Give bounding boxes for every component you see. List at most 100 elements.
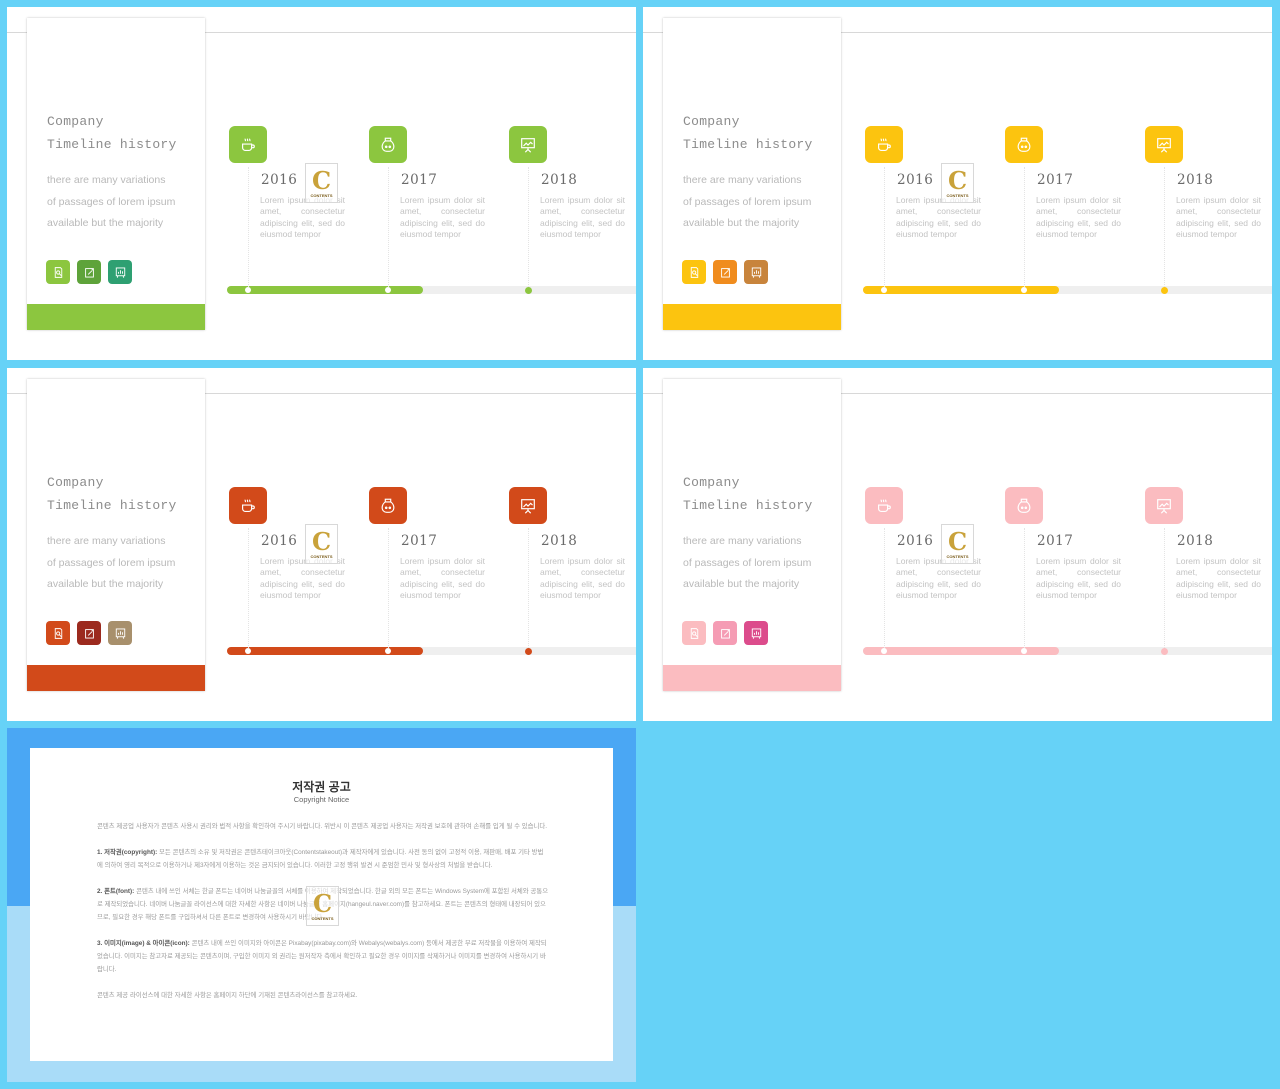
milestone-year: 2017	[401, 172, 438, 188]
search-document-icon	[52, 266, 65, 279]
note-edit-icon	[83, 627, 96, 640]
search-document-button[interactable]	[46, 621, 70, 645]
milestone-icon-box[interactable]	[865, 126, 903, 163]
chart-board-button[interactable]	[744, 260, 768, 284]
search-document-icon	[52, 627, 65, 640]
description-line: of passages of lorem ipsum	[683, 195, 812, 208]
milestone-icon-box[interactable]	[1005, 126, 1043, 163]
milestone-year: 2018	[541, 172, 578, 188]
milestone-icon-box[interactable]	[865, 487, 903, 524]
timeline-progress-fill	[227, 647, 423, 655]
search-document-button[interactable]	[682, 260, 706, 284]
section-label: 1. 저작권(copyright):	[97, 849, 158, 856]
milestone-icon-box[interactable]	[369, 487, 407, 524]
milestone-connector	[1024, 528, 1025, 648]
milestone-icon-box[interactable]	[1145, 487, 1183, 524]
milestone-marker	[245, 648, 251, 654]
section-text: 모든 콘텐츠의 소유 및 저작권은 콘텐츠테이크아웃(Contentstakeo…	[97, 849, 544, 869]
watermark-letter: C	[947, 165, 968, 195]
copyright-slide: 저작권 공고 Copyright Notice 콘텐츠 제공업 사용자가 콘텐츠…	[7, 728, 636, 1082]
card-description: there are many variations of passages of …	[47, 170, 207, 235]
description-line: of passages of lorem ipsum	[47, 195, 176, 208]
presentation-board-icon	[1155, 497, 1173, 515]
milestone-year: 2017	[401, 533, 438, 549]
coffee-cup-icon	[239, 136, 257, 154]
note-edit-icon	[719, 627, 732, 640]
milestone-icon-box[interactable]	[229, 126, 267, 163]
milestone-icon-box[interactable]	[1005, 487, 1043, 524]
copyright-section-copyright: 1. 저작권(copyright): 모든 콘텐츠의 소유 및 저작권은 콘텐츠…	[97, 846, 549, 872]
title-card: Company Timeline history there are many va…	[27, 18, 205, 330]
watermark-text: CONTENTS	[310, 553, 333, 559]
milestone-icon-box[interactable]	[509, 126, 547, 163]
note-edit-button[interactable]	[77, 260, 101, 284]
note-edit-button[interactable]	[77, 621, 101, 645]
note-edit-icon	[83, 266, 96, 279]
title-card: Company Timeline history there are many va…	[27, 379, 205, 691]
milestone-icon-box[interactable]	[1145, 126, 1183, 163]
note-edit-button[interactable]	[713, 621, 737, 645]
search-document-button[interactable]	[682, 621, 706, 645]
chart-board-icon	[114, 627, 127, 640]
search-document-icon	[688, 627, 701, 640]
milestone-year: 2017	[1037, 533, 1074, 549]
watermark-logo: C CONTENTS	[305, 524, 338, 564]
card-title-line1: Company	[47, 114, 104, 129]
milestone-connector	[1164, 528, 1165, 648]
chart-board-button[interactable]	[108, 260, 132, 284]
milestone-marker	[245, 287, 251, 293]
note-edit-button[interactable]	[713, 260, 737, 284]
milestone-year: 2018	[541, 533, 578, 549]
card-title-line2: Timeline history	[47, 498, 177, 513]
timeline-slide-pink: Company Timeline history there are many va…	[643, 368, 1272, 721]
milestone-connector	[388, 528, 389, 648]
search-document-button[interactable]	[46, 260, 70, 284]
description-line: there are many variations	[47, 174, 166, 186]
watermark-text: CONTENTS	[946, 553, 969, 559]
watermark-logo: C CONTENTS	[306, 886, 339, 926]
card-color-band	[663, 304, 841, 330]
chart-board-button[interactable]	[108, 621, 132, 645]
search-document-icon	[688, 266, 701, 279]
card-color-band	[27, 665, 205, 691]
milestone-icon-box[interactable]	[369, 126, 407, 163]
presentation-board-icon	[519, 136, 537, 154]
milestone-description: Lorem ipsum dolor sit amet, consectetur …	[400, 195, 485, 239]
card-title-line1: Company	[683, 114, 740, 129]
milestone-icon-box[interactable]	[509, 487, 547, 524]
watermark-letter: C	[311, 165, 332, 195]
card-color-band	[663, 665, 841, 691]
milestone-marker	[525, 286, 532, 294]
milestone-year: 2016	[897, 533, 934, 549]
card-title-line2: Timeline history	[683, 137, 813, 152]
jar-icon	[379, 497, 397, 515]
milestone-connector	[248, 528, 249, 648]
card-description: there are many variations of passages of …	[683, 170, 843, 235]
milestone-marker	[525, 647, 532, 655]
copyright-title: 저작권 공고	[292, 780, 351, 794]
section-label: 2. 폰트(font):	[97, 888, 135, 895]
milestone-connector	[248, 167, 249, 287]
milestone-marker	[1161, 286, 1168, 294]
copyright-panel: 저작권 공고 Copyright Notice 콘텐츠 제공업 사용자가 콘텐츠…	[30, 748, 613, 1061]
milestone-description: Lorem ipsum dolor sit amet, consectetur …	[1176, 195, 1261, 239]
milestone-marker	[1021, 648, 1027, 654]
jar-icon	[1015, 136, 1033, 154]
timeline-slide-orange-red: Company Timeline history there are many va…	[7, 368, 636, 721]
chart-board-icon	[114, 266, 127, 279]
milestone-year: 2016	[261, 172, 298, 188]
chart-board-icon	[750, 627, 763, 640]
milestone-connector	[1164, 167, 1165, 287]
description-line: there are many variations	[683, 174, 802, 186]
milestone-marker	[385, 648, 391, 654]
chart-board-button[interactable]	[744, 621, 768, 645]
milestone-description: Lorem ipsum dolor sit amet, consectetur …	[540, 556, 625, 600]
milestone-marker	[881, 287, 887, 293]
milestone-year: 2016	[897, 172, 934, 188]
card-description: there are many variations of passages of …	[683, 531, 843, 596]
milestone-year: 2018	[1177, 533, 1214, 549]
milestone-icon-box[interactable]	[229, 487, 267, 524]
copyright-subtitle: Copyright Notice	[293, 795, 350, 804]
chart-board-icon	[750, 266, 763, 279]
milestone-connector	[528, 167, 529, 287]
